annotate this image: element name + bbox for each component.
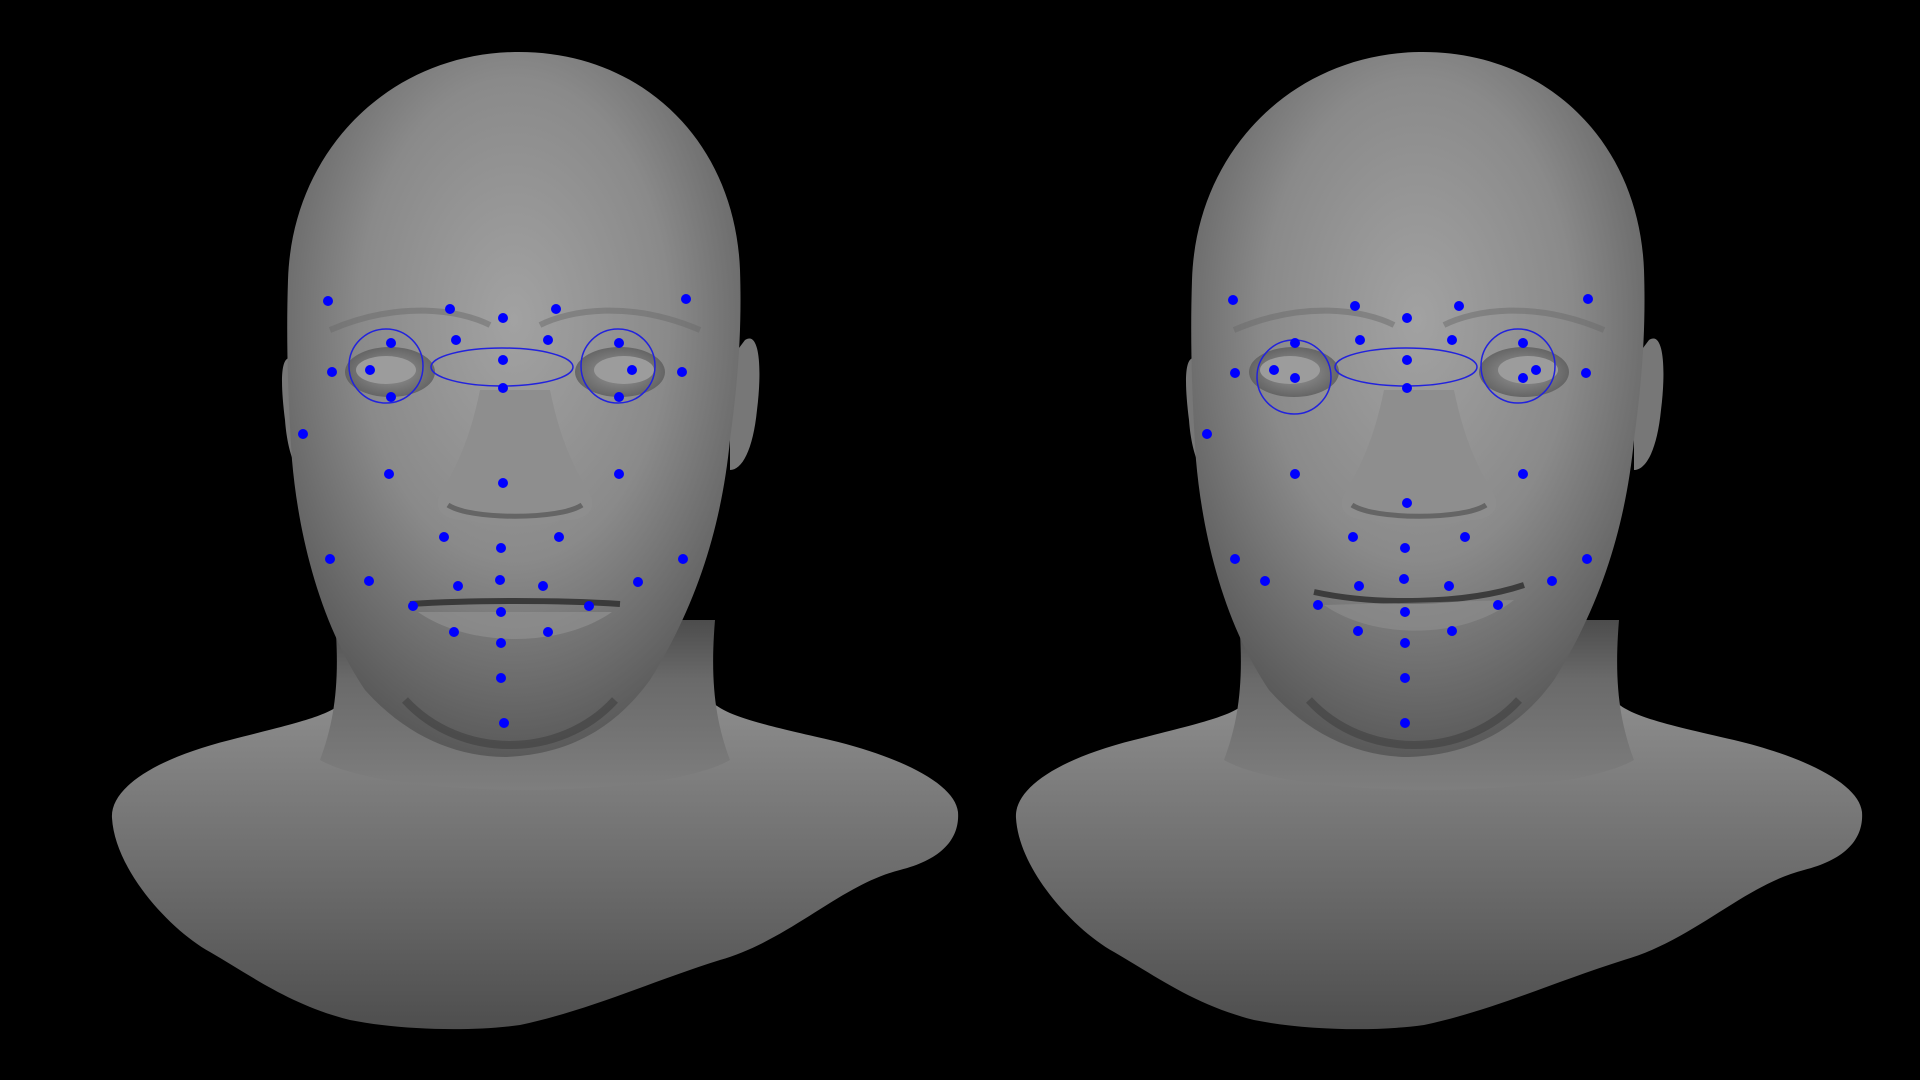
landmark-point [386,338,396,348]
landmark-point [364,576,374,586]
landmark-point [298,429,308,439]
landmark-point [1460,532,1470,542]
landmark-point [551,304,561,314]
landmark-point [1444,581,1454,591]
landmark-point [1518,373,1528,383]
landmark-point [1402,313,1412,323]
landmark-point [1399,574,1409,584]
landmark-point [1290,373,1300,383]
landmark-point [496,543,506,553]
landmark-point [1290,469,1300,479]
landmark-point [1581,368,1591,378]
landmark-point [1582,554,1592,564]
landmark-point [498,355,508,365]
landmark-point [498,478,508,488]
landmark-point [386,392,396,402]
landmark-point [584,601,594,611]
landmark-point [614,469,624,479]
landmark-point [543,335,553,345]
landmark-point [1518,338,1528,348]
landmark-point [614,392,624,402]
landmark-point [1402,498,1412,508]
landmark-point [1518,469,1528,479]
landmark-point [1402,355,1412,365]
landmark-point [538,581,548,591]
landmark-point [327,367,337,377]
landmark-point [498,383,508,393]
landmark-point [325,554,335,564]
landmark-point [678,554,688,564]
landmark-point [1260,576,1270,586]
scene-canvas [111,51,1863,1030]
landmark-point [1400,607,1410,617]
landmark-point [323,296,333,306]
landmark-point [1583,294,1593,304]
head-view-neutral[interactable] [111,51,959,1030]
head-view-smile[interactable] [1015,51,1863,1030]
landmark-point [451,335,461,345]
head-model [1015,51,1863,1030]
landmark-point [365,365,375,375]
landmark-point [1400,543,1410,553]
landmark-point [1454,301,1464,311]
landmark-point [499,718,509,728]
landmark-point [1447,626,1457,636]
landmark-point [1202,429,1212,439]
landmark-point [1402,383,1412,393]
landmark-point [495,575,505,585]
landmark-point [498,313,508,323]
landmark-point [627,365,637,375]
landmark-point [614,338,624,348]
landmark-point [543,627,553,637]
landmark-point [453,581,463,591]
3d-viewport[interactable] [0,0,1920,1080]
landmark-point [384,469,394,479]
landmark-point [681,294,691,304]
landmark-point [554,532,564,542]
landmark-point [1230,554,1240,564]
landmark-point [1400,718,1410,728]
landmark-point [1531,365,1541,375]
landmark-point [1269,365,1279,375]
landmark-point [633,577,643,587]
landmark-point [1355,335,1365,345]
landmark-point [496,673,506,683]
landmark-point [1230,368,1240,378]
landmark-point [496,607,506,617]
head-model [111,51,959,1030]
landmark-point [439,532,449,542]
landmark-point [496,638,506,648]
landmark-point [1354,581,1364,591]
right-eyelid [594,356,654,384]
landmark-point [1547,576,1557,586]
landmark-point [1348,532,1358,542]
landmark-point [408,601,418,611]
landmark-point [1350,301,1360,311]
landmark-point [1400,673,1410,683]
landmark-point [1447,335,1457,345]
right-eyelid [1498,356,1558,384]
landmark-point [1353,626,1363,636]
landmark-point [1400,638,1410,648]
landmark-point [1228,295,1238,305]
landmark-point [1493,600,1503,610]
landmark-point [445,304,455,314]
landmark-point [677,367,687,377]
landmark-point [1290,338,1300,348]
landmark-point [1313,600,1323,610]
landmark-point [449,627,459,637]
